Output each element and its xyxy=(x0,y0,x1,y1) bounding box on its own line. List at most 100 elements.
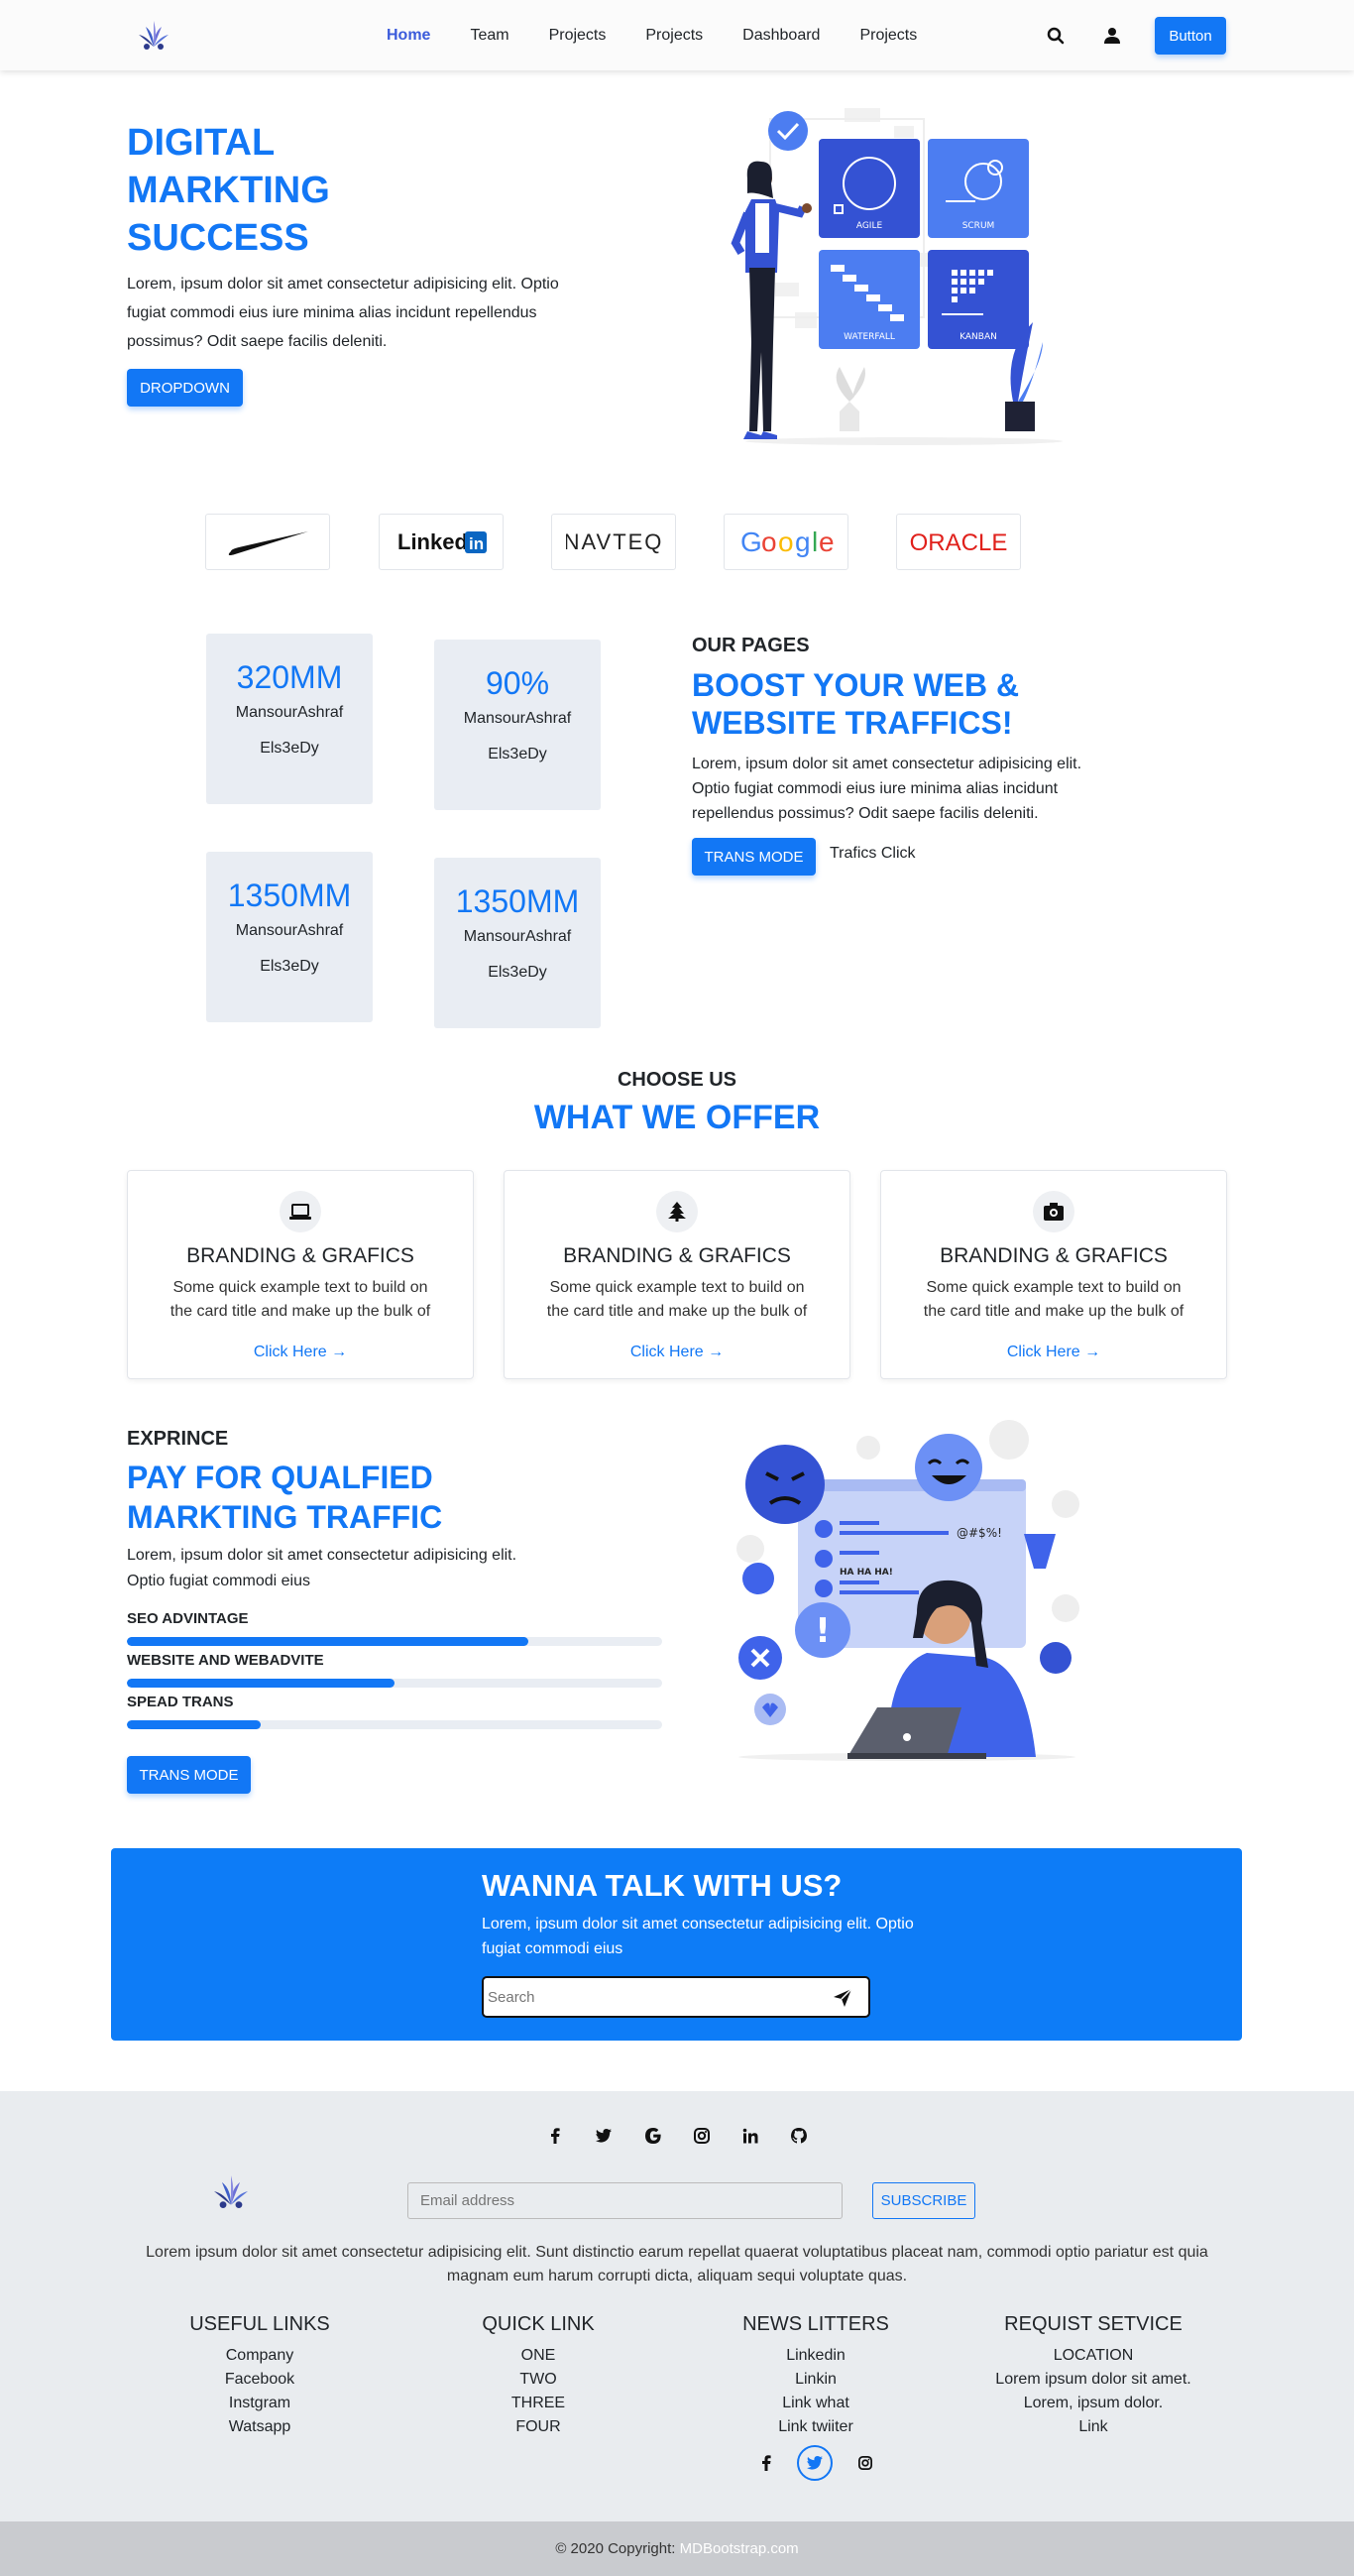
hero-title: DIGITAL MARKTING SUCCESS xyxy=(127,122,330,259)
arrow-right-icon: → xyxy=(1084,1344,1101,1360)
tree-icon xyxy=(656,1191,698,1232)
footer-column-title: USEFUL LINKS xyxy=(189,2313,330,2335)
progress-fill xyxy=(127,1679,395,1688)
nav-button[interactable]: Button xyxy=(1155,17,1226,55)
offer-title: BRANDING & GRAFICS xyxy=(186,1244,414,1267)
offer-title: BRANDING & GRAFICS xyxy=(563,1244,791,1267)
footer-link[interactable]: Lorem ipsum dolor sit amet. xyxy=(974,2368,1212,2392)
nav-dashboard[interactable]: Dashboard xyxy=(723,27,840,45)
arrow-right-icon: → xyxy=(708,1344,725,1360)
svg-text:!: ! xyxy=(815,1611,831,1651)
stat-sub: Els3eDy xyxy=(260,740,319,757)
progress-fill xyxy=(127,1637,528,1646)
offer-text: Some quick example text to build on the … xyxy=(546,1279,808,1320)
copyright-link[interactable]: MDBootstrap.com xyxy=(680,2540,799,2557)
camera-icon xyxy=(1033,1191,1074,1232)
nav-team[interactable]: Team xyxy=(450,27,528,45)
brand-linkedin[interactable]: Linked in xyxy=(379,514,504,570)
choose-title: WHAT WE OFFER xyxy=(533,1099,821,1136)
click-here-link[interactable]: Click Here → xyxy=(881,1344,1226,1361)
boost-text: Lorem, ipsum dolor sit amet consectetur … xyxy=(692,756,1082,822)
stat-card: 1350MM MansourAshraf Els3eDy xyxy=(434,858,601,1028)
logo[interactable] xyxy=(131,12,176,58)
brand-navteq[interactable]: NAVTEQ xyxy=(551,514,676,570)
footer-link[interactable]: LOCATION xyxy=(974,2344,1212,2368)
footer-link[interactable]: Linkedin xyxy=(697,2344,935,2368)
stat-card: 1350MM MansourAshraf Els3eDy xyxy=(206,852,373,1022)
footer-link[interactable]: Link xyxy=(974,2415,1212,2439)
nav-projects-1[interactable]: Projects xyxy=(529,27,626,45)
nav-projects-3[interactable]: Projects xyxy=(840,27,937,45)
footer-logo[interactable] xyxy=(202,2163,260,2220)
brand-nike[interactable] xyxy=(205,514,330,570)
footer-facebook-icon[interactable] xyxy=(748,2445,784,2481)
skill-label: SEO ADVINTAGE xyxy=(127,1610,249,1627)
svg-text:l: l xyxy=(812,527,818,557)
leaf-logo-icon xyxy=(213,2175,249,2209)
arrow-right-icon: → xyxy=(331,1344,348,1360)
trafics-click-link[interactable]: Trafics Click xyxy=(830,845,916,863)
brand-google[interactable]: G o o g l e xyxy=(724,514,848,570)
svg-text:ORACLE: ORACLE xyxy=(910,529,1008,556)
footer-instagram-icon[interactable] xyxy=(847,2445,883,2481)
footer-link[interactable]: THREE xyxy=(419,2392,657,2415)
progress-fill xyxy=(127,1720,261,1729)
instagram-icon[interactable] xyxy=(687,2121,717,2151)
brand-oracle[interactable]: ORACLE xyxy=(896,514,1021,570)
copyright-text: © 2020 Copyright: xyxy=(555,2540,676,2557)
svg-text:e: e xyxy=(819,527,835,557)
nav-home[interactable]: Home xyxy=(367,27,450,45)
footer-column: REQUIST SETVICE LOCATION Lorem ipsum dol… xyxy=(974,2313,1212,2439)
stat-card: 320MM MansourAshraf Els3eDy xyxy=(206,634,373,804)
footer-link[interactable]: Link twiiter xyxy=(697,2415,935,2439)
linkedin-icon[interactable] xyxy=(735,2121,765,2151)
trans-mode-button-2[interactable]: TRANS MODE xyxy=(127,1756,251,1794)
send-icon[interactable] xyxy=(833,1988,852,2008)
twitter-icon[interactable] xyxy=(589,2121,619,2151)
nav-links: Home Team Projects Projects Dashboard Pr… xyxy=(367,0,937,70)
google-icon[interactable] xyxy=(638,2121,668,2151)
nav-projects-2[interactable]: Projects xyxy=(625,27,723,45)
footer-column-title: QUICK LINK xyxy=(482,2313,595,2335)
stat-sub: Els3eDy xyxy=(260,958,319,975)
offer-title: BRANDING & GRAFICS xyxy=(940,1244,1168,1267)
footer-link[interactable]: Watsapp xyxy=(141,2415,379,2439)
offer-card: BRANDING & GRAFICS Some quick example te… xyxy=(504,1170,850,1379)
email-field[interactable] xyxy=(407,2182,843,2219)
user-icon[interactable] xyxy=(1096,20,1128,52)
footer-link[interactable]: Lorem, ipsum dolor. xyxy=(974,2392,1212,2415)
svg-text:Linked: Linked xyxy=(397,529,468,554)
footer-link[interactable]: Company xyxy=(141,2344,379,2368)
footer-link[interactable]: Link what xyxy=(697,2392,935,2415)
stat-name: MansourAshraf xyxy=(463,928,572,945)
stat-name: MansourAshraf xyxy=(235,922,344,939)
footer-link[interactable]: FOUR xyxy=(419,2415,657,2439)
footer-link[interactable]: Linkin xyxy=(697,2368,935,2392)
offer-card: BRANDING & GRAFICS Some quick example te… xyxy=(127,1170,474,1379)
skill-bar: SEO ADVINTAGE xyxy=(127,1610,662,1646)
footer-link[interactable]: TWO xyxy=(419,2368,657,2392)
cta-search-input[interactable] xyxy=(486,1980,803,2014)
search-icon[interactable] xyxy=(1040,20,1072,52)
hero-text: Lorem, ipsum dolor sit amet consectetur … xyxy=(127,276,559,350)
hero-illustration: AGILE SCRUM WATERFALL KANBAN xyxy=(716,104,1063,449)
kanban-label: KANBAN xyxy=(959,332,997,342)
dropdown-button[interactable]: DROPDOWN xyxy=(127,369,243,407)
footer-link[interactable]: Instgram xyxy=(141,2392,379,2415)
cta-text: Lorem, ipsum dolor sit amet consectetur … xyxy=(482,1916,914,1957)
footer-link[interactable]: Facebook xyxy=(141,2368,379,2392)
click-here-link[interactable]: Click Here → xyxy=(505,1344,849,1361)
choose-eyebrow: CHOOSE US xyxy=(617,1069,737,1091)
subscribe-button[interactable]: SUBSCRIBE xyxy=(872,2182,975,2219)
svg-text:G: G xyxy=(740,527,762,557)
skill-label: WEBSITE AND WEBADVITE xyxy=(127,1652,324,1669)
facebook-icon[interactable] xyxy=(540,2121,570,2151)
footer-text: Lorem ipsum dolor sit amet consectetur a… xyxy=(146,2244,1208,2284)
svg-text:o: o xyxy=(778,527,794,557)
footer-twitter-icon[interactable] xyxy=(797,2445,833,2481)
boost-title: BOOST YOUR WEB & WEBSITE TRAFFICS! xyxy=(692,667,1020,741)
click-here-link[interactable]: Click Here → xyxy=(128,1344,473,1361)
footer-link[interactable]: ONE xyxy=(419,2344,657,2368)
github-icon[interactable] xyxy=(784,2121,814,2151)
trans-mode-button[interactable]: TRANS MODE xyxy=(692,838,816,876)
